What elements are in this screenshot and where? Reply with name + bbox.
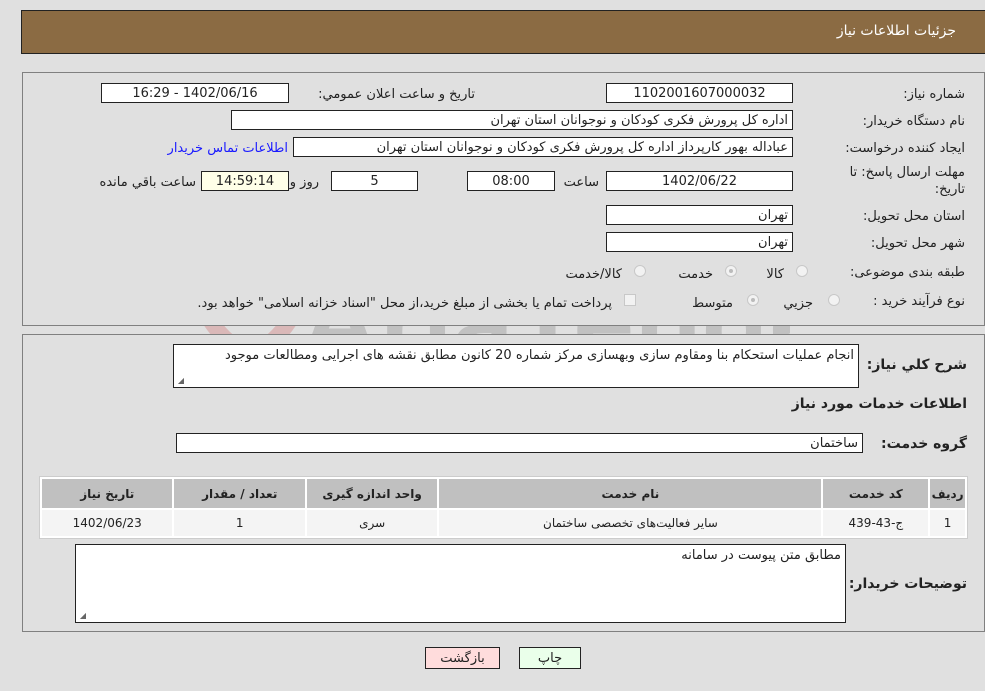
category-option-service: خدمت (678, 267, 713, 282)
buyer-notes-label: توضیحات خریدار: (848, 576, 967, 592)
page-header: جزئیات اطلاعات نیاز (21, 10, 985, 54)
cell-service-name: سایر فعالیت‌های تخصصی ساختمان (439, 510, 822, 536)
cell-row-number: 1 (930, 510, 965, 536)
province-label: استان محل تحویل: (863, 209, 965, 224)
treasury-checkbox[interactable] (624, 294, 636, 306)
buyer-org-label: نام دستگاه خریدار: (862, 114, 965, 129)
buyer-org-field: اداره کل پرورش فکری کودکان و نوجوانان اس… (231, 110, 793, 130)
deadline-label: مهلت ارسال پاسخ: تا تاریخ: (849, 165, 965, 197)
announce-datetime-field: 1402/06/16 - 16:29 (101, 83, 289, 103)
category-radio-goods[interactable] (796, 265, 808, 277)
print-button[interactable]: چاپ (519, 647, 581, 669)
city-field: تهران (606, 232, 793, 252)
city-label: شهر محل تحویل: (870, 236, 965, 251)
page-title: جزئیات اطلاعات نیاز (836, 23, 956, 39)
services-section-title: اطلاعات خدمات مورد نیاز (791, 396, 967, 412)
service-group-field: ساختمان (176, 433, 863, 453)
announce-label: تاریخ و ساعت اعلان عمومي: (318, 87, 475, 102)
creator-field: عباداله بهور کارپرداز اداره کل پرورش فکر… (293, 137, 793, 157)
col-service-code: کد خدمت (823, 479, 929, 508)
need-number-field: 1102001607000032 (606, 83, 793, 103)
days-label: روز و (289, 175, 319, 190)
back-button[interactable]: بازگشت (425, 647, 500, 669)
deadline-date-field: 1402/06/22 (606, 171, 793, 191)
buyer-notes-text: مطابق متن پیوست در سامانه (681, 548, 841, 563)
creator-label: ایجاد کننده درخواست: (845, 141, 965, 156)
cell-quantity: 1 (174, 510, 305, 536)
service-group-label: گروه خدمت: (881, 436, 967, 452)
description-textarea[interactable]: انجام عملیات استحکام بنا ومقاوم سازی وبه… (173, 344, 859, 388)
col-row-number: ردیف (930, 479, 965, 508)
days-remaining-field: 5 (331, 171, 418, 191)
category-label: طبقه بندی موضوعی: (849, 265, 965, 280)
process-radio-minor[interactable] (828, 294, 840, 306)
category-radio-service[interactable] (725, 265, 737, 277)
category-option-goods-service: کالا/خدمت (565, 267, 622, 282)
remaining-time-label: ساعت باقي مانده (99, 175, 196, 190)
treasury-note: پرداخت تمام یا بخشی از مبلغ خرید،از محل … (197, 296, 612, 311)
cell-service-code: ج-43-439 (823, 510, 929, 536)
col-unit: واحد اندازه گیری (306, 479, 438, 508)
cell-unit: سری (306, 510, 438, 536)
col-quantity: تعداد / مقدار (174, 479, 305, 508)
table-header-row: ردیف کد خدمت نام خدمت واحد اندازه گیری ت… (42, 479, 965, 508)
remaining-time-field: 14:59:14 (201, 171, 289, 191)
process-label: نوع فرآیند خرید : (873, 294, 965, 309)
description-text: انجام عملیات استحکام بنا ومقاوم سازی وبه… (224, 348, 854, 363)
table-row: 1 ج-43-439 سایر فعالیت‌های تخصصی ساختمان… (42, 510, 965, 536)
resize-grip-icon[interactable]: ◢ (78, 612, 86, 620)
process-option-minor: جزيي (783, 296, 813, 311)
deadline-time-field: 08:00 (467, 171, 555, 191)
col-service-name: نام خدمت (439, 479, 822, 508)
resize-grip-icon[interactable]: ◢ (176, 377, 184, 385)
deadline-time-label: ساعت (563, 175, 599, 190)
process-radio-medium[interactable] (747, 294, 759, 306)
buyer-notes-textarea[interactable]: مطابق متن پیوست در سامانه ◢ (75, 544, 846, 623)
category-radio-goods-service[interactable] (634, 265, 646, 277)
process-option-medium: متوسط (692, 296, 733, 311)
description-label: شرح کلي نیاز: (866, 357, 967, 373)
province-field: تهران (606, 205, 793, 225)
category-option-goods: کالا (766, 267, 784, 282)
services-table: ردیف کد خدمت نام خدمت واحد اندازه گیری ت… (39, 476, 968, 539)
buyer-contact-link[interactable]: اطلاعات تماس خریدار (168, 141, 288, 156)
cell-need-date: 1402/06/23 (42, 510, 173, 536)
need-number-label: شماره نیاز: (903, 87, 965, 102)
col-need-date: تاریخ نیاز (42, 479, 173, 508)
